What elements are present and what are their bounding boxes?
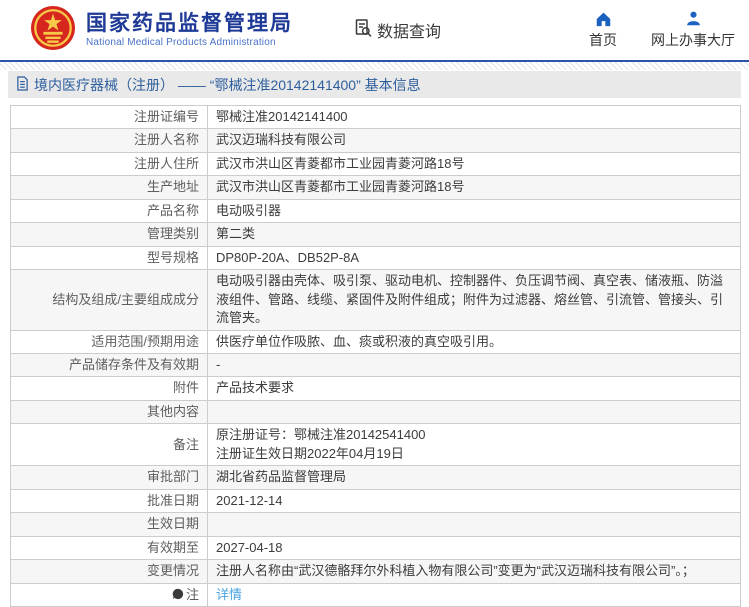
logo-subtitle: National Medical Products Administration	[86, 37, 293, 48]
table-row: 型号规格DP80P-20A、DB52P-8A	[11, 246, 741, 269]
row-label: 其他内容	[11, 400, 208, 423]
info-table-body: 注册证编号鄂械注准20142141400注册人名称武汉迈瑞科技有限公司注册人住所…	[11, 106, 741, 607]
row-label: 注	[11, 583, 208, 606]
row-label: 备注	[11, 424, 208, 466]
table-row: 附件产品技术要求	[11, 377, 741, 400]
row-label: 审批部门	[11, 466, 208, 489]
table-row: 产品储存条件及有效期-	[11, 353, 741, 376]
home-icon	[595, 10, 612, 27]
data-query-label: 数据查询	[377, 18, 441, 42]
row-label: 型号规格	[11, 246, 208, 269]
table-row: 变更情况注册人名称由“武汉德骼拜尔外科植入物有限公司”变更为“武汉迈瑞科技有限公…	[11, 560, 741, 583]
table-row: 有效期至2027-04-18	[11, 536, 741, 559]
row-value: -	[208, 353, 741, 376]
row-label: 生效日期	[11, 513, 208, 536]
row-label: 注册人名称	[11, 129, 208, 152]
registration-info-table: 注册证编号鄂械注准20142141400注册人名称武汉迈瑞科技有限公司注册人住所…	[10, 105, 741, 607]
row-value	[208, 513, 741, 536]
table-row: 生效日期	[11, 513, 741, 536]
row-value: 武汉迈瑞科技有限公司	[208, 129, 741, 152]
row-label: 适用范围/预期用途	[11, 330, 208, 353]
table-row: 注册人住所武汉市洪山区青菱都市工业园青菱河路18号	[11, 152, 741, 175]
table-row: 管理类别第二类	[11, 223, 741, 246]
logo-text: 国家药品监督管理局 National Medical Products Admi…	[86, 12, 293, 47]
document-search-icon	[353, 18, 373, 43]
row-value: 鄂械注准20142141400	[208, 106, 741, 129]
row-value: 湖北省药品监督管理局	[208, 466, 741, 489]
row-label: 批准日期	[11, 489, 208, 512]
row-value: 详情	[208, 583, 741, 606]
row-value: DP80P-20A、DB52P-8A	[208, 246, 741, 269]
row-label: 附件	[11, 377, 208, 400]
row-value	[208, 400, 741, 423]
table-row: 注 详情	[11, 583, 741, 606]
row-value: 产品技术要求	[208, 377, 741, 400]
row-label-text: 注	[186, 586, 199, 604]
table-row: 生产地址武汉市洪山区青菱都市工业园青菱河路18号	[11, 176, 741, 199]
table-row: 批准日期2021-12-14	[11, 489, 741, 512]
row-label: 注册证编号	[11, 106, 208, 129]
nav-service-hall[interactable]: 网上办事大厅	[651, 10, 735, 50]
row-label: 产品储存条件及有效期	[11, 353, 208, 376]
breadcrumb: 境内医疗器械（注册） —— “鄂械注准20142141400” 基本信息	[8, 71, 741, 98]
nmpa-logo: 国家药品监督管理局 National Medical Products Admi…	[30, 5, 293, 56]
site-header: 国家药品监督管理局 National Medical Products Admi…	[0, 0, 749, 62]
table-row: 适用范围/预期用途供医疗单位作吸脓、血、痰或积液的真空吸引用。	[11, 330, 741, 353]
table-row: 备注原注册证号：鄂械注准20142541400 注册证生效日期2022年04月1…	[11, 424, 741, 466]
row-value: 原注册证号：鄂械注准20142541400 注册证生效日期2022年04月19日	[208, 424, 741, 466]
table-row: 审批部门湖北省药品监督管理局	[11, 466, 741, 489]
row-label: 生产地址	[11, 176, 208, 199]
row-value: 电动吸引器由壳体、吸引泵、驱动电机、控制器件、负压调节阀、真空表、储液瓶、防溢液…	[208, 270, 741, 330]
row-label: 变更情况	[11, 560, 208, 583]
nav-home[interactable]: 首页	[589, 10, 617, 50]
row-value: 武汉市洪山区青菱都市工业园青菱河路18号	[208, 176, 741, 199]
note-balloon-icon	[172, 586, 184, 604]
row-label: 注册人住所	[11, 152, 208, 175]
national-emblem-icon	[30, 5, 76, 56]
person-icon	[685, 10, 702, 27]
row-label: 结构及组成/主要组成成分	[11, 270, 208, 330]
hatch-divider	[0, 62, 749, 70]
row-value: 供医疗单位作吸脓、血、痰或积液的真空吸引用。	[208, 330, 741, 353]
row-value: 第二类	[208, 223, 741, 246]
document-icon	[16, 76, 29, 94]
data-query-menu[interactable]: 数据查询	[353, 18, 441, 43]
row-value: 2021-12-14	[208, 489, 741, 512]
breadcrumb-text: 境内医疗器械（注册） —— “鄂械注准20142141400” 基本信息	[34, 75, 421, 95]
table-row: 其他内容	[11, 400, 741, 423]
row-label: 管理类别	[11, 223, 208, 246]
row-value: 武汉市洪山区青菱都市工业园青菱河路18号	[208, 152, 741, 175]
main-content: 境内医疗器械（注册） —— “鄂械注准20142141400” 基本信息 注册证…	[0, 71, 749, 607]
row-value: 注册人名称由“武汉德骼拜尔外科植入物有限公司”变更为“武汉迈瑞科技有限公司”。；	[208, 560, 741, 583]
logo-title: 国家药品监督管理局	[86, 12, 293, 36]
nav-service-hall-label: 网上办事大厅	[651, 30, 735, 50]
row-value: 2027-04-18	[208, 536, 741, 559]
table-row: 产品名称电动吸引器	[11, 199, 741, 222]
nav-home-label: 首页	[589, 30, 617, 50]
row-value: 电动吸引器	[208, 199, 741, 222]
table-row: 注册证编号鄂械注准20142141400	[11, 106, 741, 129]
table-row: 注册人名称武汉迈瑞科技有限公司	[11, 129, 741, 152]
details-link[interactable]: 详情	[216, 587, 242, 602]
row-label: 产品名称	[11, 199, 208, 222]
header-nav: 首页 网上办事大厅	[589, 10, 735, 50]
table-row: 结构及组成/主要组成成分电动吸引器由壳体、吸引泵、驱动电机、控制器件、负压调节阀…	[11, 270, 741, 330]
row-label: 有效期至	[11, 536, 208, 559]
